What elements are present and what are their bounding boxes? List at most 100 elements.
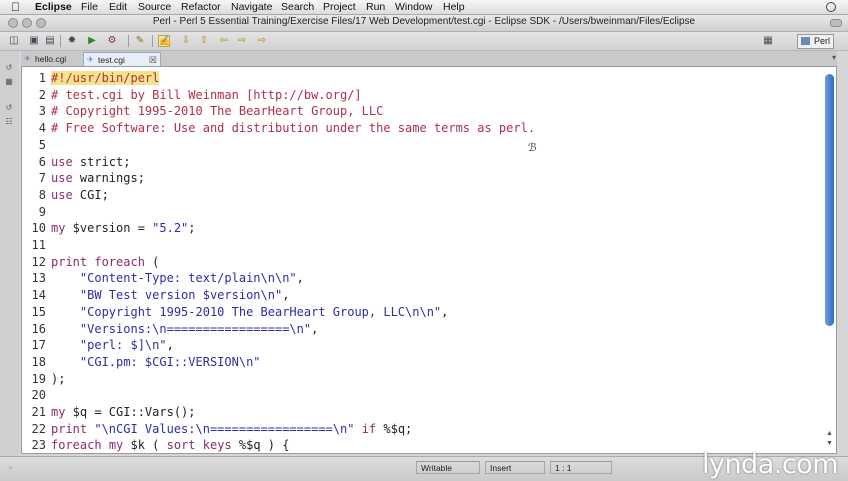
fast-view-icon[interactable]: ◦ [9, 464, 17, 472]
toolbar-toggle-icon[interactable] [830, 19, 842, 27]
tab-test-cgi[interactable]: ✈ test.cgi ☒ [83, 52, 161, 66]
code-token: my [51, 221, 66, 236]
next-annotation-icon[interactable]: ⇩ [180, 35, 192, 47]
editor-gutter [22, 67, 30, 453]
menu-run[interactable]: Run [366, 1, 385, 13]
back-icon[interactable]: ⇦ [218, 35, 230, 47]
code-token: sort [166, 438, 196, 453]
status-bar: ◦ Writable Insert 1 : 1 lynda.com [0, 449, 848, 481]
menu-search[interactable]: Search [281, 1, 314, 13]
code-token: strict; [72, 154, 131, 169]
code-token: , [441, 304, 449, 319]
apple-menu-icon[interactable]:  [11, 0, 20, 14]
tab-label: hello.cgi [35, 54, 67, 64]
external-tools-icon[interactable]: ⚙ [106, 35, 118, 47]
code-token: use [51, 187, 73, 202]
code-text: "Versions:\n=================\n", [51, 321, 318, 338]
mark-occurrences-icon[interactable]: ✍ [158, 35, 171, 47]
menu-edit[interactable]: Edit [109, 1, 127, 13]
code-token: "Versions:\n=================\n" [79, 321, 312, 336]
line-number: 19 [31, 371, 46, 386]
menu-window[interactable]: Window [395, 1, 432, 13]
code-token: %$q; [376, 421, 413, 436]
code-token: $version = [65, 221, 153, 236]
debug-icon[interactable]: ✸ [66, 35, 78, 47]
code-token: , [296, 271, 304, 286]
menu-bar:  Eclipse File Edit Source Refactor Navi… [0, 0, 848, 15]
tab-hello-cgi[interactable]: ✈ hello.cgi [21, 52, 83, 66]
line-number: 16 [31, 321, 46, 336]
outline-icon[interactable]: ☷ [4, 117, 14, 126]
code-token: print [51, 421, 88, 436]
perl-perspective-button[interactable]: Perl [796, 34, 834, 49]
code-token: use [51, 154, 73, 169]
line-number: 1 [38, 71, 46, 85]
line-number: 6 [38, 154, 46, 169]
last-edit-icon[interactable]: ⇨ [256, 35, 268, 47]
code-token: "CGI.pm: $CGI::VERSION\n" [79, 354, 261, 369]
line-number: 20 [31, 388, 46, 403]
code-token: $q = CGI::Vars(); [65, 405, 196, 419]
menu-project[interactable]: Project [323, 1, 356, 13]
code-token: , [166, 338, 174, 353]
scrollbar-thumb[interactable] [825, 74, 834, 326]
status-insert-mode: Insert [485, 461, 545, 474]
code-token: # Copyright 1995-2010 The BearHeart Grou… [51, 104, 384, 119]
forward-icon[interactable]: ⇨ [236, 35, 248, 47]
code-text: # Free Software: Use and distribution un… [51, 120, 535, 137]
toolbar-separator [152, 35, 153, 47]
perl-perspective-icon [800, 37, 810, 45]
code-editor[interactable]: 1 #!/usr/bin/perl 2 # test.cgi by Bill Wein… [21, 66, 837, 454]
run-icon[interactable]: ▶ [86, 35, 98, 47]
line-number: 5 [38, 137, 46, 152]
menu-navigate[interactable]: Navigate [231, 1, 272, 13]
scroll-up-arrow-icon[interactable]: ▲ [825, 430, 834, 438]
prev-annotation-icon[interactable]: ⇧ [198, 35, 210, 47]
open-type-icon[interactable]: ✎ [134, 35, 146, 47]
status-cursor-position: 1 : 1 [550, 461, 612, 474]
menu-app-name[interactable]: Eclipse [35, 1, 72, 13]
package-explorer-icon[interactable]: ▦ [4, 77, 14, 86]
code-token: , [311, 321, 319, 336]
code-text: "perl: $]\n", [51, 337, 174, 354]
code-token: # Free Software: Use and distribution un… [51, 121, 536, 136]
code-text: "Content-Type: text/plain\n\n", [51, 270, 304, 287]
spotlight-icon[interactable] [826, 2, 836, 12]
code-text: my $q = CGI::Vars(); [51, 404, 196, 421]
overview-ruler [838, 66, 848, 454]
vertical-scrollbar[interactable]: ▲ ▼ [825, 70, 834, 450]
menu-source[interactable]: Source [138, 1, 171, 13]
code-text: use CGI; [51, 187, 109, 204]
line-number: 7 [38, 171, 46, 186]
scroll-down-arrow-icon[interactable]: ▼ [825, 440, 834, 448]
line-number: 12 [31, 254, 46, 269]
open-perspective-icon[interactable]: ▦ [762, 35, 774, 47]
code-token: "BW Test version $version\n" [79, 288, 283, 303]
code-text: print "\nCGI Values:\n=================\… [51, 421, 412, 438]
code-token: "perl: $]\n" [79, 338, 167, 353]
code-token: if [361, 421, 377, 436]
restore-view-icon[interactable]: ↺ [4, 63, 14, 72]
tab-list-chevron-icon[interactable]: ▾ [832, 53, 836, 62]
line-number: 2 [38, 87, 46, 102]
code-token: CGI; [72, 187, 109, 202]
window-title: Perl - Perl 5 Essential Training/Exercis… [152, 16, 696, 27]
close-tab-icon[interactable]: ☒ [149, 53, 157, 67]
menu-file[interactable]: File [81, 1, 98, 13]
save-icon[interactable]: ▣ [28, 35, 40, 47]
restore-view-icon[interactable]: ↺ [4, 103, 14, 112]
code-token: keys [202, 438, 232, 453]
line-number: 21 [31, 405, 46, 419]
code-token: my [51, 405, 66, 419]
menu-refactor[interactable]: Refactor [181, 1, 221, 13]
menu-help[interactable]: Help [443, 1, 465, 13]
new-icon[interactable]: ◫ [8, 35, 20, 47]
print-icon[interactable]: ▤ [44, 35, 56, 47]
code-token: my [108, 438, 124, 453]
code-token: "Content-Type: text/plain\n\n" [79, 271, 297, 286]
line-number: 11 [31, 238, 46, 252]
